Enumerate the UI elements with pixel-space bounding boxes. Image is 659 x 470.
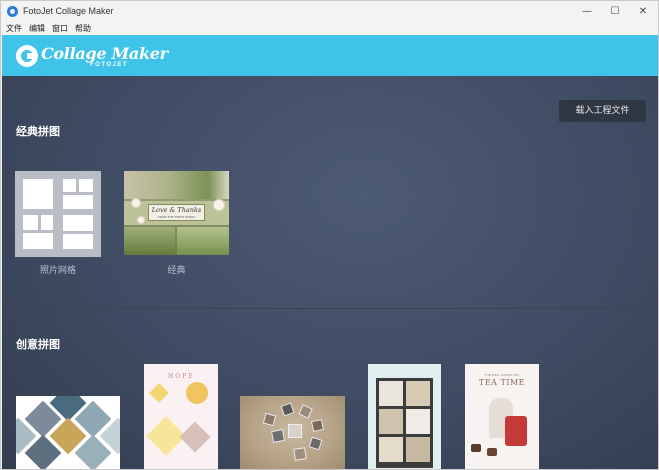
circle-photo — [310, 418, 325, 433]
fruit-photo — [149, 383, 169, 403]
creative-section-title: 创意拼图 — [16, 338, 60, 351]
title-bar[interactable]: FotoJet Collage Maker — ☐ ✕ — [1, 1, 658, 23]
circle-photo — [280, 402, 295, 417]
grid-cell — [63, 195, 93, 209]
dog-photo — [406, 437, 430, 462]
window-title: FotoJet Collage Maker — [23, 6, 114, 16]
close-button[interactable]: ✕ — [626, 3, 658, 21]
dog-photo — [406, 409, 430, 434]
tea-title: TEA TIME — [478, 378, 526, 387]
flower-icon — [138, 217, 144, 223]
grid-cell — [41, 215, 53, 230]
grid-cell — [63, 234, 93, 249]
classic-thumbnail[interactable]: Love & Thanks FROM THE SMITH FAMILY — [124, 171, 229, 255]
creative-hanging-thumbnail[interactable] — [368, 364, 441, 469]
cake-photo — [471, 444, 481, 452]
dog-photo — [406, 381, 430, 406]
cake-photo — [487, 448, 497, 456]
people-photo — [179, 421, 211, 453]
dog-photo — [379, 381, 403, 406]
menu-bar: 文件 编辑 窗口 帮助 — [1, 22, 658, 35]
fruit-photo — [186, 382, 208, 404]
grid-cell — [63, 179, 76, 192]
collage-maker-logo-icon — [16, 45, 38, 67]
grid-cell — [23, 215, 38, 230]
creative-diamond-thumbnail[interactable] — [16, 396, 120, 469]
app-window: FotoJet Collage Maker — ☐ ✕ 文件 编辑 窗口 帮助 … — [0, 0, 659, 470]
menu-edit[interactable]: 编辑 — [29, 22, 45, 35]
logo-sub: FOTOJET — [90, 62, 129, 68]
tea-subtitle: THE WELL WISHES TEA — [484, 373, 520, 377]
menu-window[interactable]: 窗口 — [52, 22, 68, 35]
circle-photo — [271, 429, 285, 443]
card-sub: FROM THE SMITH FAMILY — [157, 215, 196, 219]
photo-grid-label: 照片网格 — [39, 266, 76, 276]
dog-photo — [379, 409, 403, 434]
creative-tea-thumbnail[interactable]: THE WELL WISHES TEA TEA TIME — [465, 364, 539, 469]
circle-photo — [262, 412, 277, 427]
creative-circle-thumbnail[interactable] — [240, 396, 345, 469]
logo-name: Collage Maker — [41, 44, 168, 63]
app-header: Collage Maker FOTOJET — [2, 35, 658, 76]
fotojet-app-icon — [7, 6, 18, 17]
grid-cell — [79, 179, 93, 192]
grid-cell — [63, 215, 93, 231]
menu-help[interactable]: 帮助 — [75, 22, 91, 35]
classic-section-title: 经典拼图 — [16, 125, 60, 138]
circle-photo — [298, 404, 313, 419]
menu-file[interactable]: 文件 — [6, 22, 22, 35]
load-project-button[interactable]: 载入工程文件 — [559, 100, 646, 122]
grid-cell — [23, 179, 53, 209]
classic-photo-bottom-left — [124, 227, 175, 255]
main-area: 载入工程文件 经典拼图 照片网格 Love & Thanks FROM THE … — [2, 76, 658, 469]
card-title: Love & Thanks — [151, 206, 202, 214]
classic-photo-bottom-right — [177, 227, 229, 255]
dog-photo — [379, 437, 403, 462]
hope-text: HOPE — [168, 373, 195, 380]
classic-label: 经典 — [167, 266, 186, 276]
flower-icon — [214, 200, 224, 210]
classic-photo-top — [124, 171, 229, 199]
flower-icon — [132, 199, 140, 207]
circle-photo — [308, 436, 323, 451]
grid-cell — [23, 233, 53, 249]
circle-photo — [288, 424, 302, 438]
creative-hope-thumbnail[interactable]: HOPE — [144, 364, 218, 469]
section-divider — [2, 308, 658, 309]
teapot-photo — [505, 416, 527, 446]
classic-card: Love & Thanks FROM THE SMITH FAMILY — [148, 204, 205, 221]
photo-grid-thumbnail[interactable] — [15, 171, 101, 257]
circle-photo — [293, 447, 307, 461]
